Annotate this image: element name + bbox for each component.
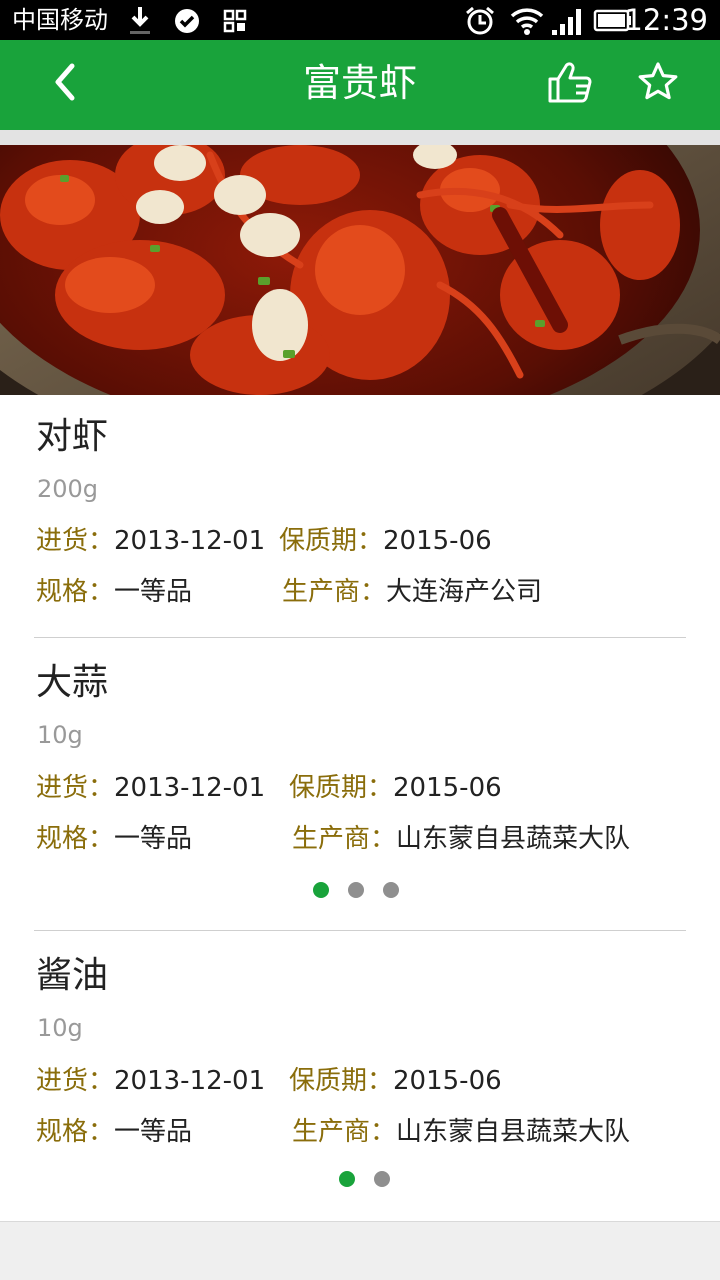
purchase-label: 进货：: [36, 773, 115, 803]
grade-label: 规格：: [36, 577, 115, 607]
pager-dot-1[interactable]: [339, 1171, 355, 1187]
pager-dot-2[interactable]: [348, 882, 364, 898]
like-button[interactable]: [542, 56, 598, 112]
ingredient-qty: 10g: [37, 1014, 83, 1042]
ingredient-qty: 10g: [37, 721, 83, 749]
purchase-date: 进货：2013-12-01: [36, 772, 265, 804]
manufacturer: 生产商：山东蒙自县蔬菜大队: [292, 823, 630, 855]
manufacturer: 生产商：大连海产公司: [282, 576, 542, 608]
grade: 规格：一等品: [36, 1116, 192, 1148]
status-bar: 中国移动 12:39: [0, 0, 720, 40]
grade: 规格：一等品: [36, 823, 192, 855]
purchase-value: 2013-12-01: [114, 526, 266, 556]
grid-app-icon: [222, 4, 250, 36]
purchase-label: 进货：: [36, 526, 115, 556]
maker-value: 大连海产公司: [386, 577, 543, 607]
divider: [34, 637, 686, 638]
maker-label: 生产商：: [292, 1117, 397, 1147]
ingredient-list: 对虾 200g 进货：2013-12-01 保质期：2015-06 规格：一等品…: [0, 395, 720, 1221]
maker-label: 生产商：: [292, 824, 397, 854]
manufacturer: 生产商：山东蒙自县蔬菜大队: [292, 1116, 630, 1148]
pager-dots: [0, 1169, 720, 1189]
ingredient-name: 大蒜: [36, 662, 109, 703]
hero-image: [0, 145, 720, 395]
grade-value: 一等品: [114, 824, 193, 854]
signal-icon: [549, 4, 583, 36]
grade-value: 一等品: [114, 1117, 193, 1147]
ingredient-name: 对虾: [36, 416, 109, 457]
pager-dots: [0, 880, 720, 900]
purchase-date: 进货：2013-12-01: [36, 525, 265, 557]
list-item[interactable]: 对虾 200g 进货：2013-12-01 保质期：2015-06 规格：一等品…: [0, 395, 720, 637]
grade: 规格：一等品: [36, 576, 192, 608]
favorite-button[interactable]: [630, 56, 686, 112]
purchase-value: 2013-12-01: [114, 1066, 266, 1096]
wifi-icon: [509, 4, 545, 36]
shelf-label: 保质期：: [289, 773, 394, 803]
purchase-label: 进货：: [36, 1066, 115, 1096]
thumbs-up-icon: [546, 58, 594, 110]
app-bar: 富贵虾: [0, 40, 720, 130]
download-icon: [126, 4, 154, 36]
shelf-label: 保质期：: [289, 1066, 394, 1096]
shelf-label: 保质期：: [279, 526, 384, 556]
alarm-icon: [463, 4, 497, 36]
grade-value: 一等品: [114, 577, 193, 607]
shelf-life: 保质期：2015-06: [289, 1065, 502, 1097]
grade-label: 规格：: [36, 824, 115, 854]
shelf-life: 保质期：2015-06: [279, 525, 492, 557]
header-gap: [0, 130, 720, 145]
shelf-value: 2015-06: [383, 526, 492, 556]
ingredient-qty: 200g: [37, 475, 99, 503]
shelf-value: 2015-06: [393, 1066, 502, 1096]
carrier-label: 中国移动: [12, 6, 108, 34]
divider: [34, 930, 686, 931]
star-icon: [636, 60, 680, 108]
purchase-date: 进货：2013-12-01: [36, 1065, 265, 1097]
maker-value: 山东蒙自县蔬菜大队: [396, 1117, 631, 1147]
ingredient-name: 酱油: [36, 955, 109, 996]
maker-label: 生产商：: [282, 577, 387, 607]
pager-dot-3[interactable]: [383, 882, 399, 898]
shelf-value: 2015-06: [393, 773, 502, 803]
page-title: 富贵虾: [302, 61, 417, 105]
purchase-value: 2013-12-01: [114, 773, 266, 803]
shelf-life: 保质期：2015-06: [289, 772, 502, 804]
grade-label: 规格：: [36, 1117, 115, 1147]
list-item[interactable]: 大蒜 10g 进货：2013-12-01 保质期：2015-06 规格：一等品 …: [0, 641, 720, 930]
clock: 12:39: [624, 3, 708, 37]
pager-dot-1[interactable]: [313, 882, 329, 898]
bottom-bar: [0, 1221, 720, 1280]
check-circle-icon: [172, 4, 202, 36]
pager-dot-2[interactable]: [374, 1171, 390, 1187]
list-item[interactable]: 酱油 10g 进货：2013-12-01 保质期：2015-06 规格：一等品 …: [0, 934, 720, 1221]
maker-value: 山东蒙自县蔬菜大队: [396, 824, 631, 854]
